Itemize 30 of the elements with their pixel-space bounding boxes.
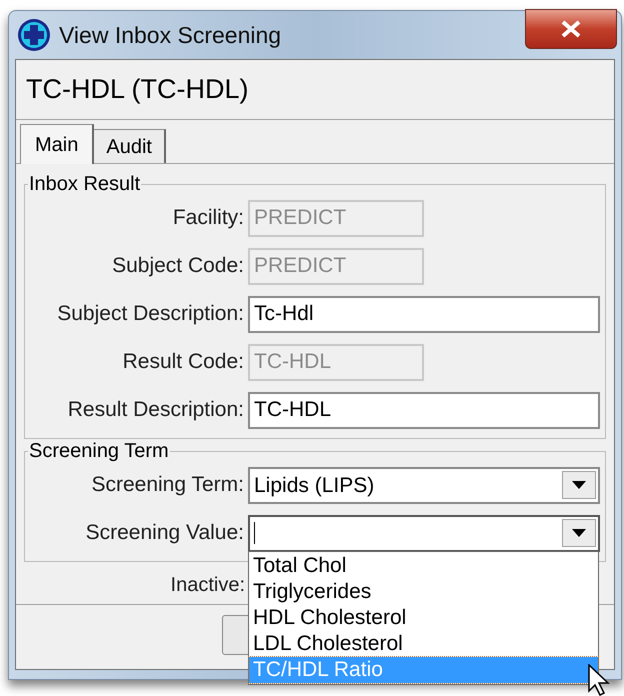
caret-icon [572,529,586,537]
dropdown-option[interactable]: HDL Cholesterol [249,605,598,631]
window-title: View Inbox Screening [59,20,282,50]
field-label: Inactive: [170,573,246,598]
tab[interactable]: Audit [94,129,166,163]
record-title: TC-HDL (TC-HDL) [26,73,248,106]
caret-icon [572,481,586,489]
dropdown-button[interactable] [562,471,596,499]
close-button[interactable] [525,9,617,49]
text-caret [254,522,255,544]
text-field[interactable]: Tc-Hdl [248,296,600,332]
field-label: Subject Description: [56,301,245,328]
field-label: Result Code: [122,349,245,376]
dropdown-option[interactable]: Total Chol [249,553,598,579]
dropdown-option[interactable]: LDL Cholesterol [249,631,598,657]
close-icon [560,20,582,38]
combo-box[interactable] [248,514,600,552]
group-title: Inbox Result [28,174,142,194]
dropdown-button[interactable] [562,519,596,547]
field-label: Result Description: [66,397,245,424]
text-field[interactable]: TC-HDL [248,392,600,428]
dropdown-option[interactable]: Triglycerides [249,579,598,605]
group-title: Screening Term [28,441,170,461]
field-label: Screening Value: [84,520,245,546]
field-label: Facility: [172,205,245,232]
field-label: Screening Term: [90,472,245,498]
app-logo-icon [17,18,51,52]
combo-box[interactable]: Lipids (LIPS) [248,466,600,504]
field-label: Subject Code: [111,253,245,280]
tab[interactable]: Main [20,124,94,164]
